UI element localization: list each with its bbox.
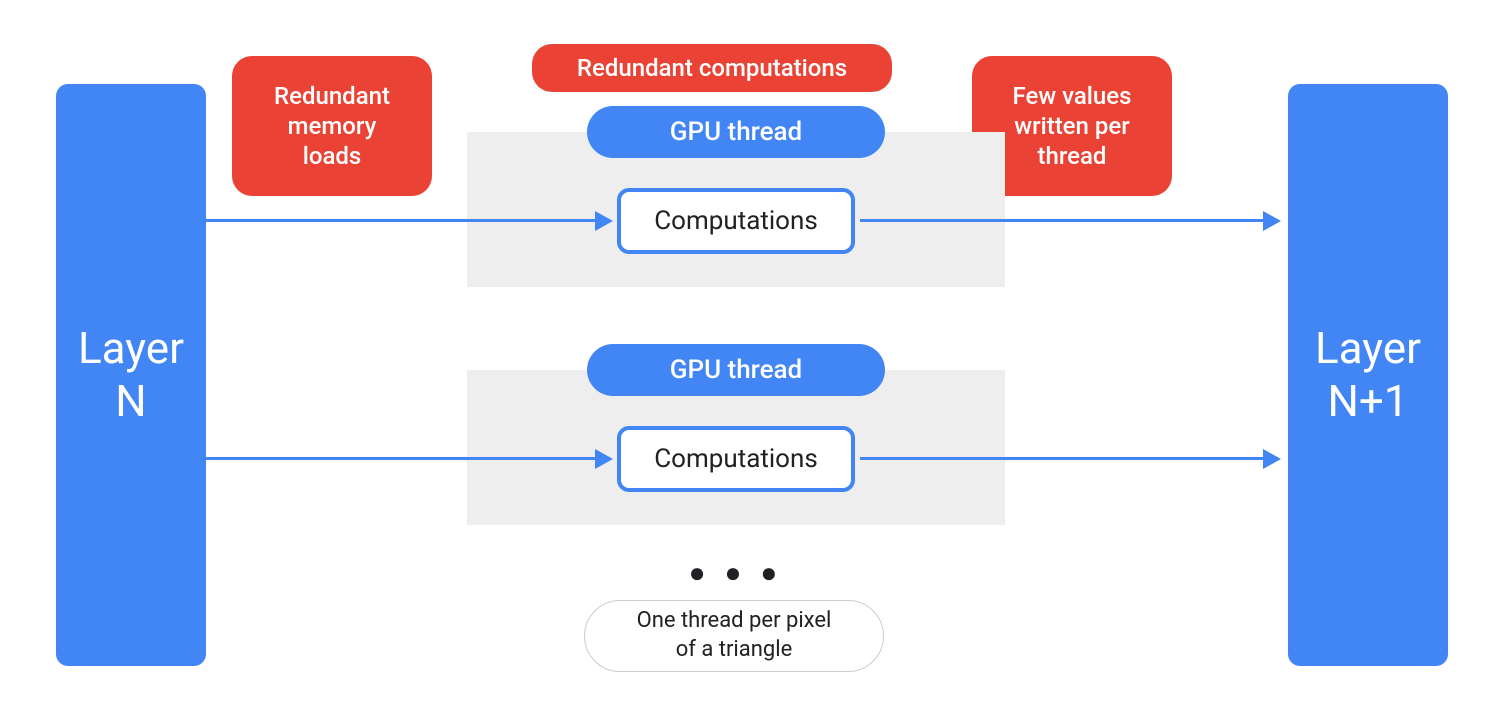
gpu-thread-label-2-text: GPU thread: [670, 355, 802, 385]
arrow-right-2: [860, 457, 1278, 460]
layer-n-label: Layer N: [78, 322, 184, 428]
layer-n-box: Layer N: [56, 84, 206, 666]
computations-box-1-text: Computations: [654, 206, 818, 236]
layer-n1-box: Layer N+1: [1288, 84, 1448, 666]
gpu-thread-label-2: GPU thread: [587, 344, 885, 396]
computations-box-2: Computations: [617, 426, 855, 492]
footer-caption-text: One thread per pixel of a triangle: [637, 607, 832, 664]
annotation-memory-loads: Redundant memory loads: [232, 56, 432, 196]
layer-n1-label: Layer N+1: [1315, 322, 1421, 428]
ellipsis-dots: ● ● ●: [686, 556, 786, 589]
footer-caption-pill: One thread per pixel of a triangle: [584, 600, 884, 672]
arrow-left-1: [206, 219, 610, 222]
annotation-redundant-comp: Redundant computations: [532, 44, 892, 92]
annotation-few-values-text: Few values written per thread: [1013, 81, 1132, 171]
annotation-redundant-comp-text: Redundant computations: [577, 53, 847, 83]
annotation-memory-loads-text: Redundant memory loads: [274, 81, 390, 171]
computations-box-1: Computations: [617, 188, 855, 254]
arrow-left-2: [206, 457, 610, 460]
gpu-thread-label-1-text: GPU thread: [670, 117, 802, 147]
computations-box-2-text: Computations: [654, 444, 818, 474]
gpu-thread-block-2: GPU thread Computations: [467, 370, 1005, 525]
ellipsis-dots-text: ● ● ●: [689, 556, 784, 589]
gpu-thread-label-1: GPU thread: [587, 106, 885, 158]
arrow-right-1: [860, 219, 1278, 222]
gpu-thread-block-1: GPU thread Computations: [467, 132, 1005, 287]
